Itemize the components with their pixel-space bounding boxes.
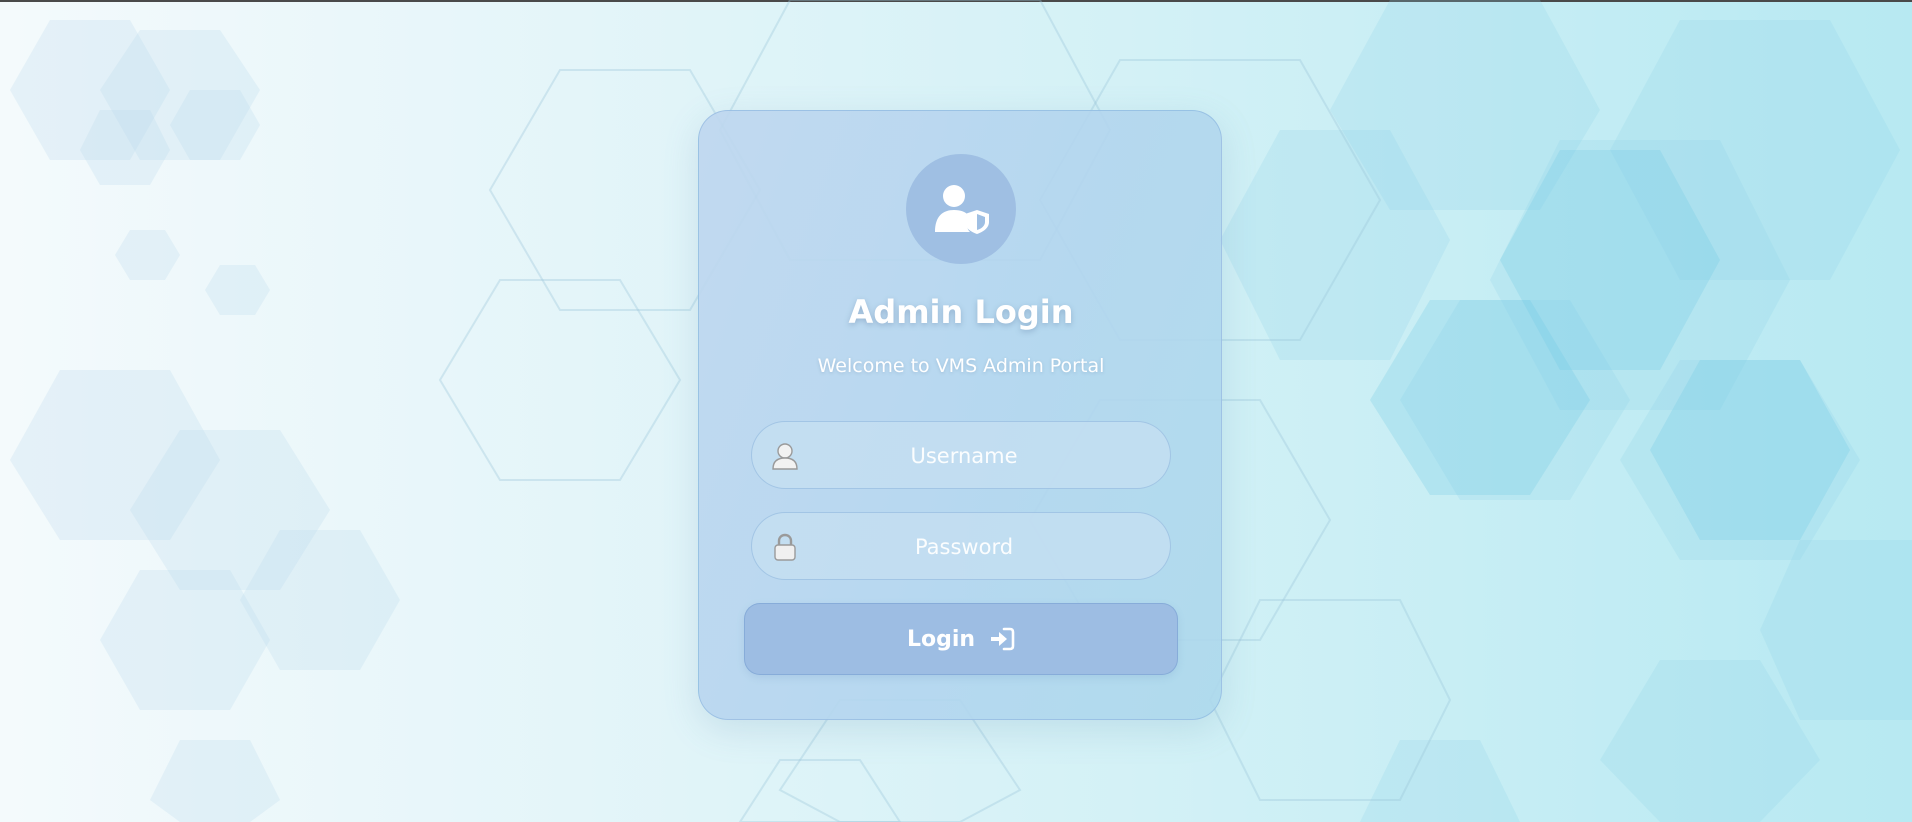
password-field[interactable]	[751, 512, 1171, 581]
login-button-label: Login	[906, 626, 976, 652]
sign-in-icon	[991, 627, 1015, 651]
admin-avatar	[906, 154, 1016, 264]
welcome-subtitle: Welcome to VMS Admin Portal	[817, 355, 1105, 377]
password-input[interactable]	[812, 513, 1116, 581]
page-title: Admin Login	[848, 293, 1074, 331]
username-input[interactable]	[812, 422, 1116, 490]
login-button[interactable]: Login	[744, 603, 1178, 675]
user-shield-icon	[935, 185, 989, 234]
login-card: Admin Login Welcome to VMS Admin Portal …	[698, 110, 1222, 720]
username-field[interactable]	[751, 421, 1171, 490]
lock-icon	[774, 533, 796, 561]
user-icon	[772, 443, 798, 470]
